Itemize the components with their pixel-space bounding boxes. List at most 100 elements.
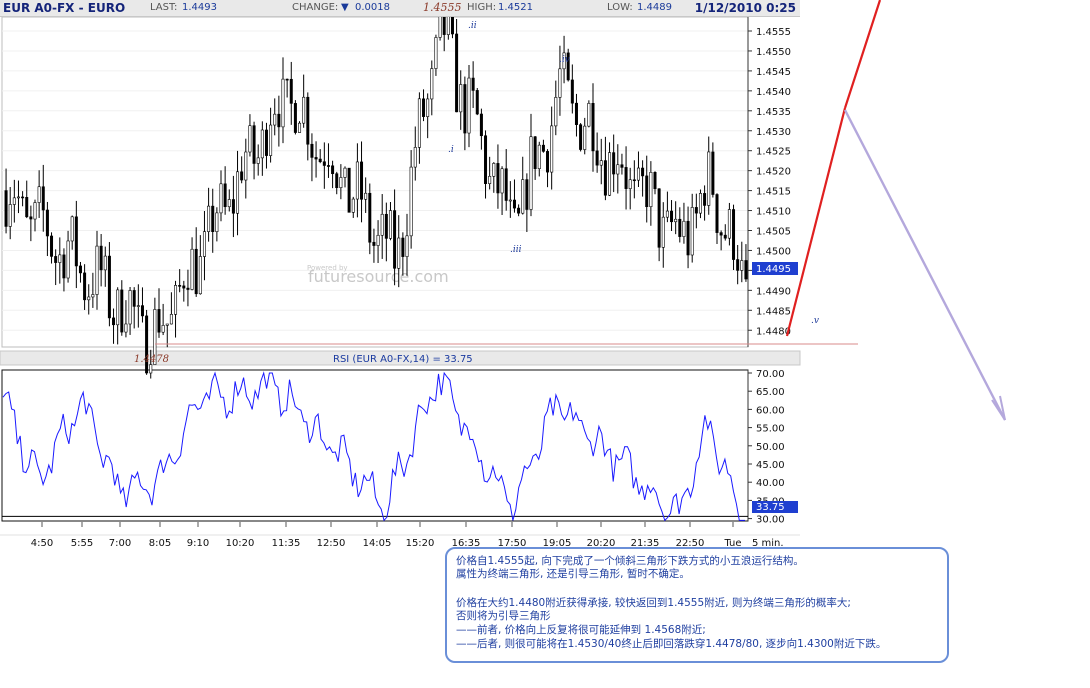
price-candle-body — [223, 183, 227, 208]
price-candle-body — [202, 231, 206, 257]
change-value: 0.0018 — [355, 2, 390, 13]
price-candle-body — [426, 98, 430, 117]
price-candle-body — [37, 186, 41, 203]
price-candle-body — [694, 207, 698, 214]
price-candle-body — [78, 265, 82, 274]
wave-label: .ii — [468, 21, 477, 31]
price-candle-body — [484, 135, 488, 184]
price-candle-body — [641, 167, 645, 177]
price-candle-body — [132, 290, 136, 307]
price-candle-body — [62, 254, 66, 279]
price-candle-body — [376, 234, 380, 246]
price-candle-body — [723, 234, 727, 239]
price-candle-body — [405, 235, 409, 257]
annotation-box: 价格自1.4555起, 向下完成了一个倾斜三角形下跌方式的小五浪运行结构。 属性… — [445, 547, 949, 663]
price-candle-body — [174, 285, 178, 315]
low-label: LOW: — [607, 2, 633, 13]
price-candle-body — [413, 147, 417, 168]
rsi-tick-label: 40.00 — [756, 478, 785, 489]
x-tick-label: 14:05 — [363, 538, 392, 549]
price-tick-label: 1.4500 — [756, 246, 791, 257]
annotation-line: 否则将为引导三角形 — [456, 610, 551, 622]
rsi-tick-label: 30.00 — [756, 515, 785, 526]
price-candle-body — [128, 290, 132, 325]
price-candle-body — [182, 285, 186, 289]
price-tick-label: 1.4540 — [756, 87, 791, 98]
price-candle-body — [264, 129, 268, 156]
price-candle-body — [136, 305, 140, 307]
price-candle-body — [595, 150, 599, 166]
price-candle-body — [211, 205, 215, 233]
price-candle-body — [355, 161, 359, 200]
price-tick-label: 1.4505 — [756, 227, 791, 238]
price-candle-body — [504, 168, 508, 201]
price-candle-body — [492, 163, 496, 177]
price-candle-body — [343, 167, 347, 178]
price-candle-body — [364, 192, 368, 200]
wave-label: .v — [811, 316, 819, 326]
price-candle-body — [83, 272, 87, 301]
wave-label: .iv — [559, 55, 570, 65]
price-candle-body — [165, 323, 169, 326]
red-projection-line — [785, 107, 847, 337]
price-candle-body — [459, 84, 463, 113]
datetime: 1/12/2010 0:25 — [694, 1, 796, 15]
price-candle-body — [368, 192, 372, 243]
price-candle-body — [541, 144, 545, 152]
rsi-tick-label: 45.00 — [756, 460, 785, 471]
price-candle-body — [277, 113, 281, 128]
price-candle-body — [190, 248, 194, 290]
price-candle-body — [4, 190, 8, 227]
price-candle-body — [58, 254, 62, 263]
price-candle-body — [380, 213, 384, 236]
price-candle-body — [140, 305, 144, 317]
x-tick-label: 10:20 — [226, 538, 255, 549]
price-candle-body — [124, 323, 128, 333]
price-candle-body — [351, 198, 355, 213]
wave-label: .i — [448, 145, 454, 155]
price-candle-body — [289, 78, 293, 104]
price-candle-body — [533, 136, 537, 170]
price-candle-body — [339, 177, 343, 188]
price-candle-body — [525, 179, 529, 210]
price-tick-label: 1.4515 — [756, 187, 791, 198]
price-candle-body — [715, 194, 719, 233]
rsi-panel — [1, 369, 749, 522]
price-candle-body — [21, 196, 25, 199]
price-candle-body — [682, 220, 686, 237]
rsi-badge-label: 33.75 — [756, 502, 785, 513]
watermark: futuresource.com — [308, 267, 449, 286]
price-candle-body — [740, 260, 744, 271]
price-candle-body — [603, 160, 607, 196]
rsi-tick-label: 50.00 — [756, 442, 785, 453]
price-candle-body — [496, 163, 500, 194]
price-candle-body — [608, 152, 612, 196]
price-candle-body — [512, 199, 516, 209]
price-candle-body — [186, 287, 190, 290]
annotation-line: ——前者, 价格向上反复将很可能延伸到 1.4568附近; — [456, 624, 706, 636]
price-tick-label: 1.4535 — [756, 107, 791, 118]
high-mark: 1.4555 — [423, 1, 462, 14]
price-tick-label: 1.4490 — [756, 286, 791, 297]
high-label: HIGH: — [467, 2, 497, 13]
price-candle-body — [678, 218, 682, 237]
price-candle-body — [236, 171, 240, 214]
price-candle-body — [665, 210, 669, 218]
rsi-tick-label: 70.00 — [756, 369, 785, 380]
price-candle-body — [471, 77, 475, 91]
rsi-tick-label: 65.00 — [756, 387, 785, 398]
price-candle-body — [479, 113, 483, 137]
price-candle-body — [161, 325, 165, 333]
price-candle-body — [240, 171, 244, 181]
price-candle-body — [384, 213, 388, 239]
price-candle-body — [736, 259, 740, 271]
x-tick-label: 11:35 — [272, 538, 301, 549]
last-value: 1.4493 — [182, 2, 217, 13]
price-candle-body — [326, 165, 330, 167]
price-candle-body — [194, 248, 198, 295]
price-candle-body — [33, 202, 37, 220]
price-candle-body — [273, 113, 277, 126]
price-candle-body — [388, 210, 392, 239]
price-candle-body — [591, 103, 595, 152]
price-candle-body — [661, 216, 665, 248]
